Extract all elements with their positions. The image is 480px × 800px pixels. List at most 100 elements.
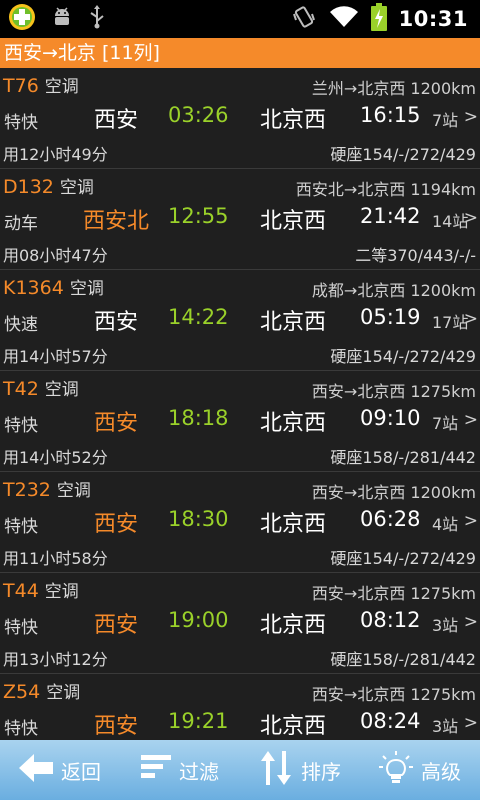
departure-station: 西安 [93,310,138,335]
ac-label: 空调 [44,380,79,400]
train-row[interactable]: T44 空调 西安→北京西 1275km 特快 西安 19:00 北京西 08:12 3站 > 用1… [0,573,480,674]
train-number: T76 空调 [3,72,79,97]
arrival-time: 05:19 [360,305,421,329]
seat-price: 硬座154/-/272/429 [330,347,476,366]
departure-station: 西安 [93,613,138,638]
arrival-time: 16:15 [360,103,421,127]
arrival-time: 21:42 [360,204,421,228]
train-row[interactable]: K1364 空调 成都→北京西 1200km 快速 西安 14:22 北京西 05:19 17站… [0,270,480,371]
stop-count: 4站 [432,515,459,534]
sort-label: 排序 [301,759,341,784]
lightbulb-icon [379,751,413,789]
train-list[interactable]: T76 空调 兰州→北京西 1200km 特快 西安 03:26 北京西 16:15 7站 > 用1… [0,68,480,740]
travel-duration: 用14小时52分 [3,448,108,467]
travel-duration: 用13小时12分 [3,650,108,669]
sort-button[interactable]: 排序 [240,740,360,800]
train-number-text: K1364 [3,277,64,299]
train-route: 成都→北京西 1200km [311,281,476,300]
train-number-text: D132 [3,176,54,198]
ac-label: 空调 [46,683,81,703]
train-route: 西安→北京西 1200km [311,483,476,502]
departure-time: 19:00 [168,608,229,632]
stop-count: 3站 [432,616,459,635]
train-type: 特快 [4,113,38,133]
train-number: Z54 空调 [3,678,80,703]
departure-time: 12:55 [168,204,229,228]
departure-time: 18:18 [168,406,229,430]
arrival-time: 08:12 [360,608,421,632]
ac-label: 空调 [56,481,91,501]
train-route: 西安→北京西 1275km [311,382,476,401]
arrival-time: 06:28 [360,507,421,531]
filter-icon [141,753,171,787]
train-row[interactable]: D132 空调 西安北→北京西 1194km 动车 西安北 12:55 北京西 21:42 14… [0,169,480,270]
back-button[interactable]: 返回 [0,740,120,800]
seat-price: 硬座154/-/272/429 [330,145,476,164]
travel-duration: 用14小时57分 [3,347,108,366]
seat-price: 硬座158/-/281/442 [330,650,476,669]
train-type: 特快 [4,618,38,638]
arrival-station: 北京西 [260,310,327,335]
train-number-text: T76 [3,75,39,97]
train-route: 西安→北京西 1275km [311,685,476,704]
arrival-station: 北京西 [260,209,327,234]
ac-label: 空调 [69,279,104,299]
back-arrow-icon [19,753,53,787]
filter-label: 过滤 [179,759,219,784]
departure-time: 14:22 [168,305,229,329]
status-bar: 10:31 [0,0,480,38]
chevron-right-icon: > [463,713,478,733]
advanced-label: 高级 [421,759,461,784]
train-row[interactable]: T42 空调 西安→北京西 1275km 特快 西安 18:18 北京西 09:10 7站 > 用1… [0,371,480,472]
app-plus-icon [8,3,36,35]
filter-button[interactable]: 过滤 [120,740,240,800]
departure-time: 18:30 [168,507,229,531]
train-number: K1364 空调 [3,274,104,299]
seat-price: 硬座158/-/281/442 [330,448,476,467]
departure-station: 西安 [93,411,138,436]
train-number-text: Z54 [3,681,41,703]
train-number: D132 空调 [3,173,94,198]
arrival-time: 08:24 [360,709,421,733]
train-type: 特快 [4,719,38,739]
seat-price: 硬座154/-/272/429 [330,549,476,568]
train-row[interactable]: T232 空调 西安→北京西 1200km 特快 西安 18:30 北京西 06:28 4站 > 用… [0,472,480,573]
chevron-right-icon: > [463,208,478,228]
departure-time: 03:26 [168,103,229,127]
train-route: 西安→北京西 1275km [311,584,476,603]
departure-station: 西安 [93,512,138,537]
seat-price: 二等370/443/-/- [355,246,476,265]
train-row[interactable]: T76 空调 兰州→北京西 1200km 特快 西安 03:26 北京西 16:15 7站 > 用1… [0,68,480,169]
train-route: 兰州→北京西 1200km [311,79,476,98]
train-number: T232 空调 [3,476,91,501]
train-type: 快速 [4,315,38,335]
train-type: 特快 [4,416,38,436]
train-number: T42 空调 [3,375,79,400]
battery-charging-icon [370,3,387,35]
departure-station: 西安北 [82,209,149,234]
train-number: T44 空调 [3,577,79,602]
arrival-station: 北京西 [260,613,327,638]
ac-label: 空调 [44,582,79,602]
departure-time: 19:21 [168,709,229,733]
android-debug-icon [50,5,74,33]
departure-station: 西安 [93,108,138,133]
arrival-time: 09:10 [360,406,421,430]
status-time: 10:31 [398,7,468,31]
travel-duration: 用11小时58分 [3,549,108,568]
stop-count: 7站 [432,111,459,130]
chevron-right-icon: > [463,309,478,329]
train-type: 特快 [4,517,38,537]
chevron-right-icon: > [463,410,478,430]
chevron-right-icon: > [463,511,478,531]
arrival-station: 北京西 [260,108,327,133]
arrival-station: 北京西 [260,714,327,739]
departure-station: 西安 [93,714,138,739]
chevron-right-icon: > [463,107,478,127]
stop-count: 7站 [432,414,459,433]
train-number-text: T44 [3,580,39,602]
wifi-icon [329,5,359,33]
vibrate-icon [291,4,317,34]
advanced-button[interactable]: 高级 [360,740,480,800]
train-row[interactable]: Z54 空调 西安→北京西 1275km 特快 西安 19:21 北京西 08:24 3站 > [0,674,480,740]
